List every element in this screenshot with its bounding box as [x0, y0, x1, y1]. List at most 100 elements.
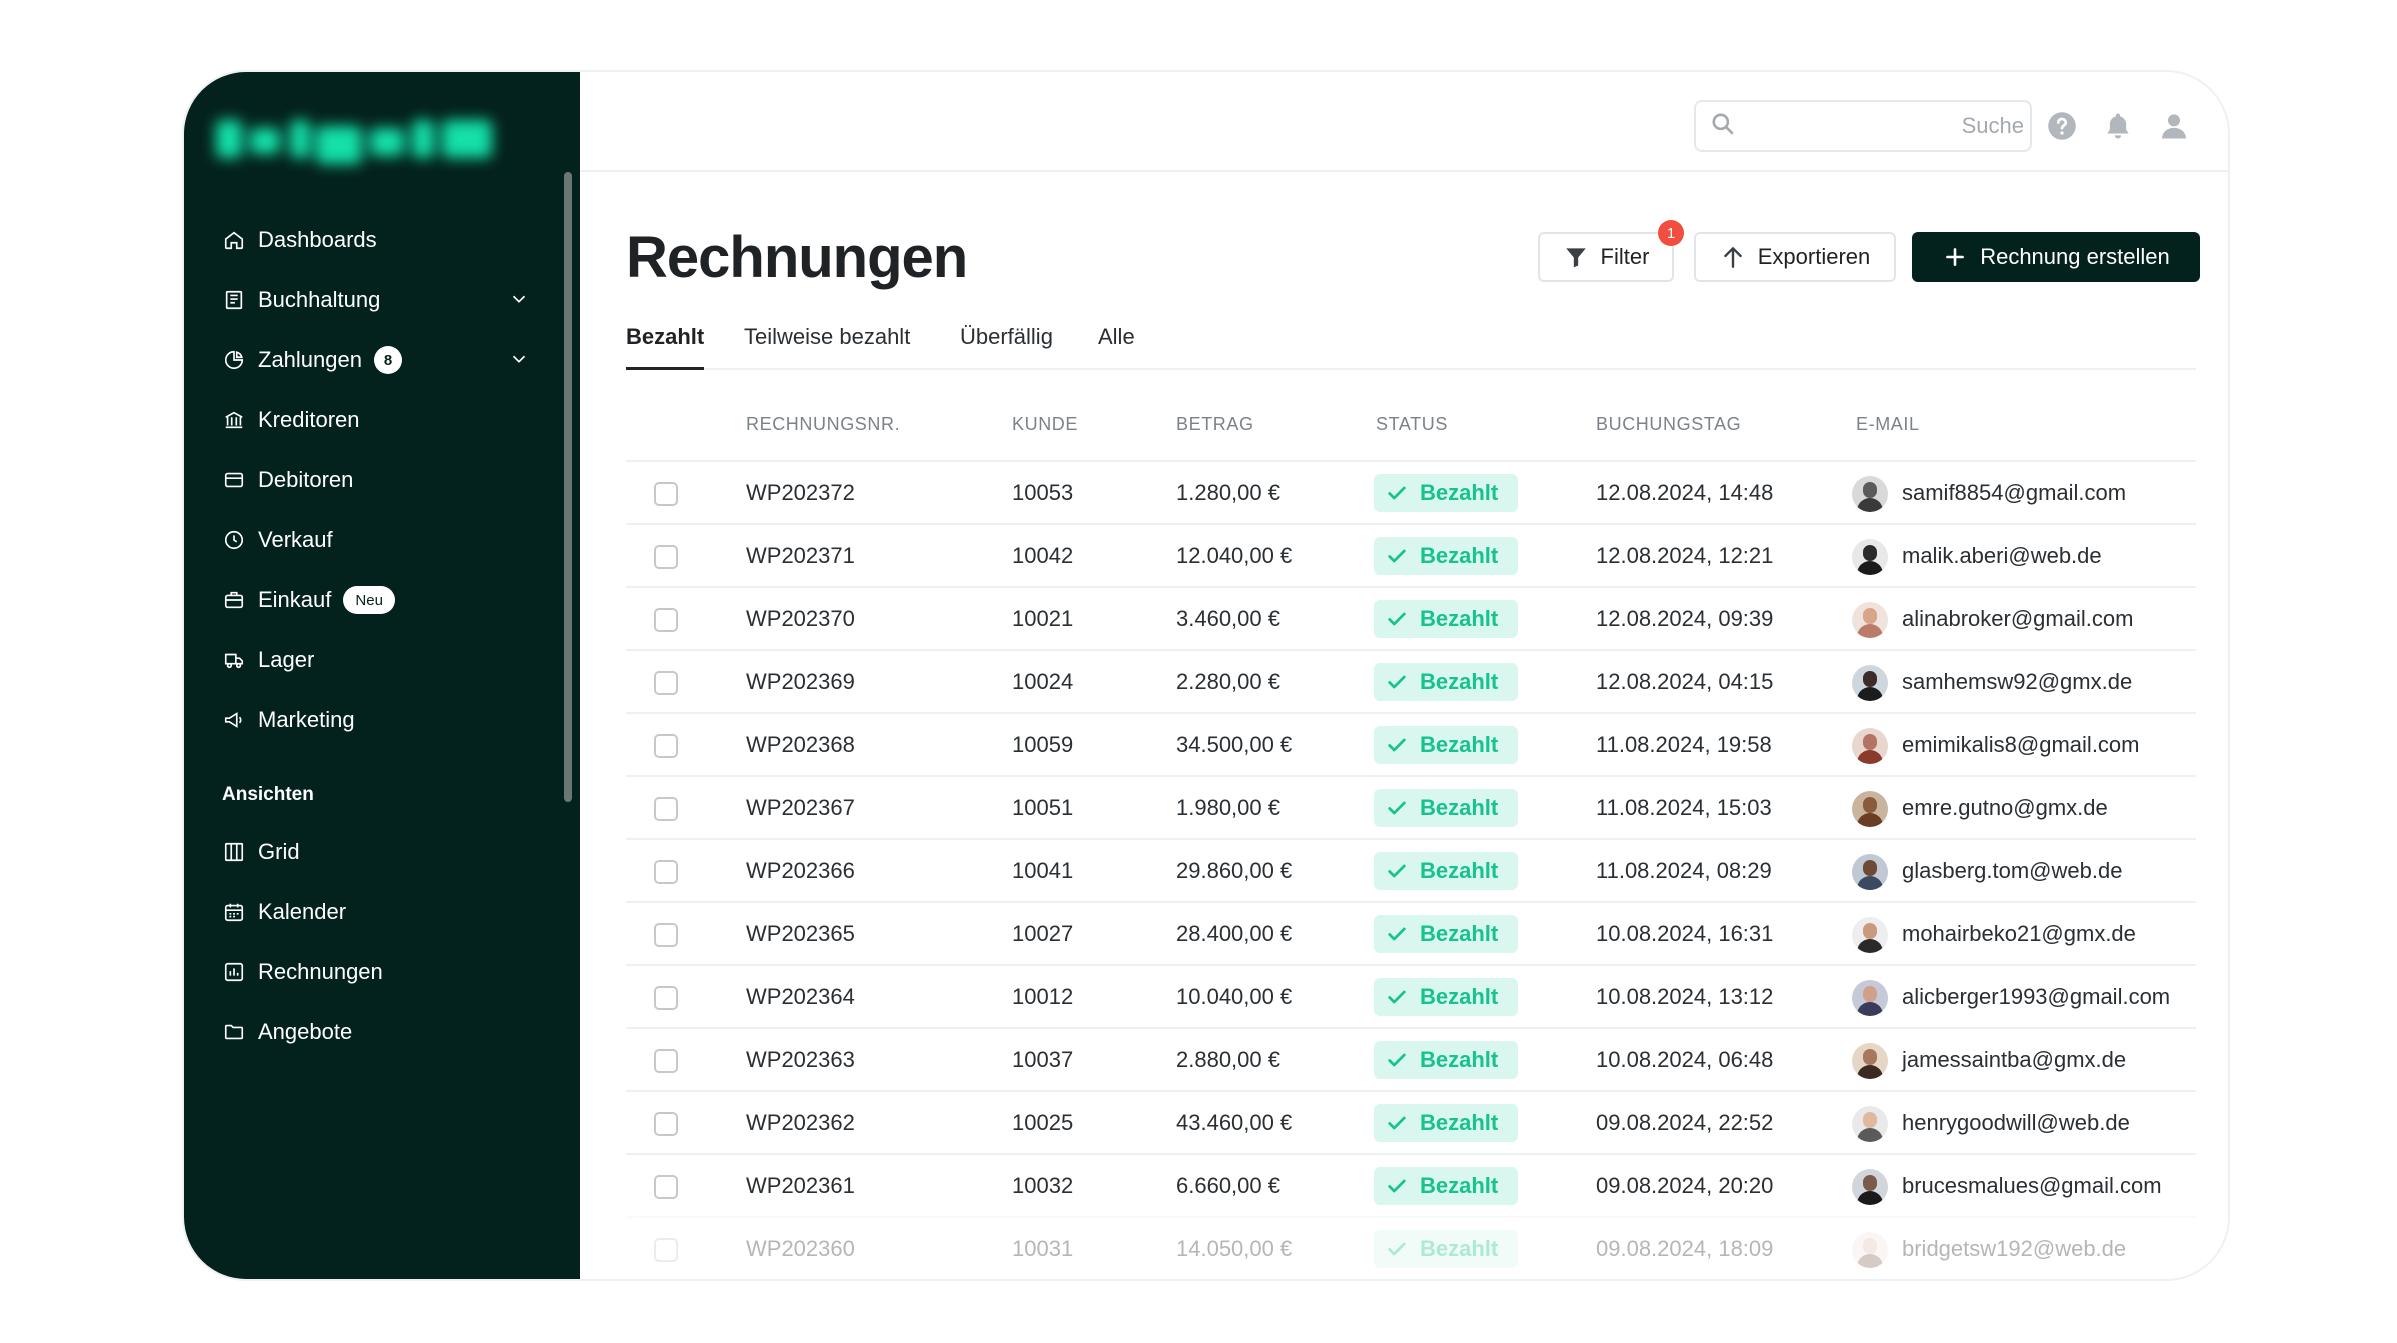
sidebar-item-dashboards[interactable]: Dashboards: [220, 220, 550, 260]
sidebar-item-debitoren[interactable]: Debitoren: [220, 460, 550, 500]
invoice-number[interactable]: WP202370: [746, 606, 855, 632]
table-row[interactable]: WP202366 10041 29.860,00 € Bezahlt 11.08.202…: [626, 838, 2196, 901]
invoice-number[interactable]: WP202365: [746, 921, 855, 947]
sidebar-item-buchhaltung[interactable]: Buchhaltung: [220, 280, 550, 320]
user-icon[interactable]: [2158, 110, 2190, 142]
invoice-number[interactable]: WP202368: [746, 732, 855, 758]
folder-icon: [220, 1018, 248, 1046]
invoice-number[interactable]: WP202361: [746, 1173, 855, 1199]
invoice-number[interactable]: WP202363: [746, 1047, 855, 1073]
invoice-number[interactable]: WP202369: [746, 669, 855, 695]
email[interactable]: brucesmalues@gmail.com: [1902, 1173, 2162, 1199]
table-row[interactable]: WP202360 10031 14.050,00 € Bezahlt 09.08.202…: [626, 1216, 2196, 1279]
column-header-email[interactable]: E-MAIL: [1856, 414, 1920, 435]
customer-id: 10037: [1012, 1047, 1074, 1072]
table-row[interactable]: WP202361 10032 6.660,00 € Bezahlt 09.08.2024…: [626, 1153, 2196, 1216]
chevron-down-icon[interactable]: [508, 288, 530, 316]
check-icon: [1386, 923, 1420, 945]
calendar-icon: [220, 898, 248, 926]
column-header-kunde[interactable]: KUNDE: [1012, 414, 1078, 435]
customer-id: 10021: [1012, 606, 1074, 631]
sidebar-item-zahlungen[interactable]: Zahlungen 8: [220, 340, 550, 380]
email[interactable]: emre.gutno@gmx.de: [1902, 795, 2108, 821]
sidebar-item-rechnungen[interactable]: Rechnungen: [220, 952, 550, 992]
invoice-number[interactable]: WP202371: [746, 543, 855, 569]
email[interactable]: bridgetsw192@web.de: [1902, 1236, 2126, 1262]
create-invoice-button-label: Rechnung erstellen: [1980, 244, 2170, 269]
sidebar-item-einkauf[interactable]: Einkauf Neu: [220, 580, 550, 620]
check-icon: [1386, 860, 1420, 882]
row-checkbox[interactable]: [654, 608, 678, 632]
bell-icon[interactable]: [2102, 110, 2134, 142]
row-checkbox[interactable]: [654, 734, 678, 758]
export-button[interactable]: Exportieren: [1694, 232, 1896, 282]
invoice-number[interactable]: WP202362: [746, 1110, 855, 1136]
table-row[interactable]: WP202371 10042 12.040,00 € Bezahlt 12.08.202…: [626, 523, 2196, 586]
column-header-buchungstag[interactable]: BUCHUNGSTAG: [1596, 414, 1741, 435]
create-invoice-button[interactable]: Rechnung erstellen: [1912, 232, 2200, 282]
row-checkbox[interactable]: [654, 986, 678, 1010]
row-checkbox[interactable]: [654, 545, 678, 569]
filter-button[interactable]: Filter 1: [1538, 220, 1684, 282]
invoice-number[interactable]: WP202367: [746, 795, 855, 821]
table-row[interactable]: WP202368 10059 34.500,00 € Bezahlt 11.08.202…: [626, 712, 2196, 775]
export-button-label: Exportieren: [1757, 244, 1871, 269]
sidebar-item-kreditoren[interactable]: Kreditoren: [220, 400, 550, 440]
tab-teilweise-bezahlt[interactable]: Teilweise bezahlt: [744, 324, 910, 370]
status-label: Bezahlt: [1420, 1047, 1499, 1072]
sidebar-item-verkauf[interactable]: Verkauf: [220, 520, 550, 560]
email[interactable]: glasberg.tom@web.de: [1902, 858, 2122, 884]
brand-logo[interactable]: [210, 110, 500, 170]
row-checkbox[interactable]: [654, 482, 678, 506]
table-row[interactable]: WP202370 10021 3.460,00 € Bezahlt 12.08.2024…: [626, 586, 2196, 649]
table-row[interactable]: WP202364 10012 10.040,00 € Bezahlt 10.08.202…: [626, 964, 2196, 1027]
email[interactable]: henrygoodwill@web.de: [1902, 1110, 2130, 1136]
status-badge: Bezahlt: [1374, 726, 1518, 764]
chevron-down-icon[interactable]: [508, 348, 530, 376]
email[interactable]: samhemsw92@gmx.de: [1902, 669, 2132, 695]
sidebar-item-label: Kalender: [258, 899, 347, 924]
column-header-rechnungsnr[interactable]: RECHNUNGSNR.: [746, 414, 900, 435]
email[interactable]: alicberger1993@gmail.com: [1902, 984, 2170, 1010]
row-checkbox[interactable]: [654, 671, 678, 695]
sidebar-item-kalender[interactable]: Kalender: [220, 892, 550, 932]
table-row[interactable]: WP202363 10037 2.880,00 € Bezahlt 10.08.2024…: [626, 1027, 2196, 1090]
sidebar-item-grid[interactable]: Grid: [220, 832, 550, 872]
table-row[interactable]: WP202362 10025 43.460,00 € Bezahlt 09.08.202…: [626, 1090, 2196, 1153]
invoice-number[interactable]: WP202364: [746, 984, 855, 1010]
search-input[interactable]: [1736, 113, 2024, 139]
tab-alle[interactable]: Alle: [1098, 324, 1135, 370]
invoice-number[interactable]: WP202366: [746, 858, 855, 884]
tab-ueberfaellig[interactable]: Überfällig: [960, 324, 1053, 370]
row-checkbox[interactable]: [654, 923, 678, 947]
sidebar-scrollbar[interactable]: [564, 172, 572, 802]
invoice-number[interactable]: WP202360: [746, 1236, 855, 1262]
row-checkbox[interactable]: [654, 797, 678, 821]
search-box[interactable]: [1694, 100, 2032, 152]
table-row[interactable]: WP202367 10051 1.980,00 € Bezahlt 11.08.2024…: [626, 775, 2196, 838]
email[interactable]: emimikalis8@gmail.com: [1902, 732, 2140, 758]
table-row[interactable]: WP202372 10053 1.280,00 € Bezahlt 12.08.2024…: [626, 460, 2196, 523]
email[interactable]: malik.aberi@web.de: [1902, 543, 2102, 569]
row-checkbox[interactable]: [654, 1112, 678, 1136]
sidebar-item-angebote[interactable]: Angebote: [220, 1012, 550, 1052]
row-checkbox[interactable]: [654, 1238, 678, 1262]
ledger-icon: [220, 286, 248, 314]
sidebar-item-lager[interactable]: Lager: [220, 640, 550, 680]
email[interactable]: alinabroker@gmail.com: [1902, 606, 2133, 632]
sidebar-item-marketing[interactable]: Marketing: [220, 700, 550, 740]
row-checkbox[interactable]: [654, 1175, 678, 1199]
page-title: Rechnungen: [626, 225, 968, 290]
column-header-status[interactable]: STATUS: [1376, 414, 1448, 435]
column-header-betrag[interactable]: BETRAG: [1176, 414, 1254, 435]
tab-bezahlt[interactable]: Bezahlt: [626, 324, 705, 370]
email[interactable]: mohairbeko21@gmx.de: [1902, 921, 2136, 947]
row-checkbox[interactable]: [654, 1049, 678, 1073]
invoice-number[interactable]: WP202372: [746, 480, 855, 506]
email[interactable]: samif8854@gmail.com: [1902, 480, 2126, 506]
table-row[interactable]: WP202369 10024 2.280,00 € Bezahlt 12.08.2024…: [626, 649, 2196, 712]
email[interactable]: jamessaintba@gmx.de: [1902, 1047, 2126, 1073]
row-checkbox[interactable]: [654, 860, 678, 884]
help-icon[interactable]: [2046, 110, 2078, 142]
table-row[interactable]: WP202365 10027 28.400,00 € Bezahlt 10.08.202…: [626, 901, 2196, 964]
